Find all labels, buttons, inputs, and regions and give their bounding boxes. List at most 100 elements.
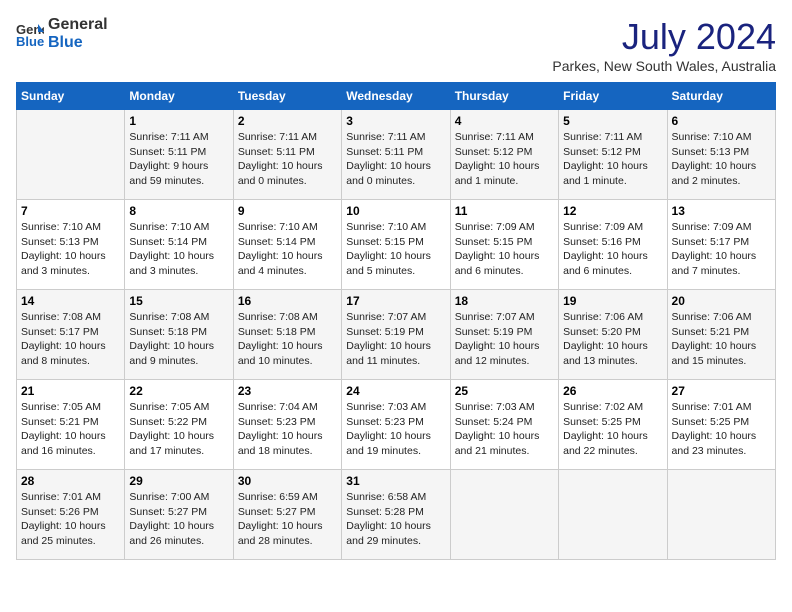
calendar-cell: 18 Sunrise: 7:07 AM Sunset: 5:19 PM Dayli…	[450, 290, 558, 380]
day-number: 24	[346, 384, 445, 398]
calendar-cell: 27Sunrise: 7:01 AM Sunset: 5:25 PM Dayli…	[667, 380, 775, 470]
day-number: 6	[672, 114, 771, 128]
calendar-cell	[667, 470, 775, 560]
day-number: 22	[129, 384, 228, 398]
day-number: 1	[129, 114, 228, 128]
day-info: Sunrise: 7:06 AM Sunset: 5:20 PM Dayligh…	[563, 310, 662, 369]
day-number: 25	[455, 384, 554, 398]
day-info: Sunrise: 7:06 AM Sunset: 5:21 PM Dayligh…	[672, 310, 771, 369]
day-number: 21	[21, 384, 120, 398]
day-number: 9	[238, 204, 337, 218]
day-info: Sunrise: 7:08 AM Sunset: 5:18 PM Dayligh…	[238, 310, 337, 369]
calendar-cell: 7Sunrise: 7:10 AM Sunset: 5:13 PM Daylig…	[17, 200, 125, 290]
calendar-cell: 19 Sunrise: 7:06 AM Sunset: 5:20 PM Dayli…	[559, 290, 667, 380]
calendar-cell: 11Sunrise: 7:09 AM Sunset: 5:15 PM Dayli…	[450, 200, 558, 290]
week-row-1: 1 Sunrise: 7:11 AM Sunset: 5:11 PM Daylig…	[17, 110, 776, 200]
calendar-cell: 23Sunrise: 7:04 AM Sunset: 5:23 PM Dayli…	[233, 380, 341, 470]
day-info: Sunrise: 6:59 AM Sunset: 5:27 PM Dayligh…	[238, 490, 337, 549]
calendar-cell: 12 Sunrise: 7:09 AM Sunset: 5:16 PM Dayli…	[559, 200, 667, 290]
header: General Blue General Blue July 2024 Park…	[16, 16, 776, 74]
col-wednesday: Wednesday	[342, 83, 450, 110]
week-row-3: 14Sunrise: 7:08 AM Sunset: 5:17 PM Dayli…	[17, 290, 776, 380]
day-number: 16	[238, 294, 337, 308]
col-tuesday: Tuesday	[233, 83, 341, 110]
calendar-cell: 3 Sunrise: 7:11 AM Sunset: 5:11 PM Daylig…	[342, 110, 450, 200]
col-monday: Monday	[125, 83, 233, 110]
day-info: Sunrise: 7:11 AM Sunset: 5:11 PM Dayligh…	[129, 130, 228, 189]
calendar-cell: 10Sunrise: 7:10 AM Sunset: 5:15 PM Dayli…	[342, 200, 450, 290]
calendar-cell: 28 Sunrise: 7:01 AM Sunset: 5:26 PM Dayli…	[17, 470, 125, 560]
col-saturday: Saturday	[667, 83, 775, 110]
day-info: Sunrise: 7:01 AM Sunset: 5:26 PM Dayligh…	[21, 490, 120, 549]
calendar-cell: 1 Sunrise: 7:11 AM Sunset: 5:11 PM Daylig…	[125, 110, 233, 200]
calendar-cell: 8 Sunrise: 7:10 AM Sunset: 5:14 PM Daylig…	[125, 200, 233, 290]
calendar-cell: 2 Sunrise: 7:11 AM Sunset: 5:11 PM Daylig…	[233, 110, 341, 200]
calendar-cell: 24 Sunrise: 7:03 AM Sunset: 5:23 PM Dayli…	[342, 380, 450, 470]
day-number: 2	[238, 114, 337, 128]
logo-general-text: General	[48, 16, 108, 34]
week-row-2: 7Sunrise: 7:10 AM Sunset: 5:13 PM Daylig…	[17, 200, 776, 290]
day-number: 20	[672, 294, 771, 308]
logo-blue-text: Blue	[48, 34, 108, 52]
day-number: 19	[563, 294, 662, 308]
day-number: 26	[563, 384, 662, 398]
day-number: 14	[21, 294, 120, 308]
day-number: 12	[563, 204, 662, 218]
calendar-cell: 15Sunrise: 7:08 AM Sunset: 5:18 PM Dayli…	[125, 290, 233, 380]
calendar-cell: 29 Sunrise: 7:00 AM Sunset: 5:27 PM Dayli…	[125, 470, 233, 560]
day-number: 3	[346, 114, 445, 128]
calendar-cell: 21 Sunrise: 7:05 AM Sunset: 5:21 PM Dayli…	[17, 380, 125, 470]
location-subtitle: Parkes, New South Wales, Australia	[552, 58, 776, 74]
title-section: July 2024 Parkes, New South Wales, Austr…	[552, 16, 776, 74]
week-row-4: 21 Sunrise: 7:05 AM Sunset: 5:21 PM Dayli…	[17, 380, 776, 470]
day-info: Sunrise: 7:02 AM Sunset: 5:25 PM Dayligh…	[563, 400, 662, 459]
day-number: 17	[346, 294, 445, 308]
day-number: 28	[21, 474, 120, 488]
day-info: Sunrise: 7:09 AM Sunset: 5:16 PM Dayligh…	[563, 220, 662, 279]
day-info: Sunrise: 7:10 AM Sunset: 5:15 PM Dayligh…	[346, 220, 445, 279]
logo: General Blue General Blue	[16, 16, 108, 51]
calendar-cell: 16 Sunrise: 7:08 AM Sunset: 5:18 PM Dayli…	[233, 290, 341, 380]
day-info: Sunrise: 7:01 AM Sunset: 5:25 PM Dayligh…	[672, 400, 771, 459]
day-number: 18	[455, 294, 554, 308]
month-title: July 2024	[552, 16, 776, 58]
calendar-cell: 5Sunrise: 7:11 AM Sunset: 5:12 PM Daylig…	[559, 110, 667, 200]
calendar-cell: 30 Sunrise: 6:59 AM Sunset: 5:27 PM Dayli…	[233, 470, 341, 560]
day-number: 4	[455, 114, 554, 128]
day-number: 8	[129, 204, 228, 218]
day-info: Sunrise: 7:11 AM Sunset: 5:11 PM Dayligh…	[346, 130, 445, 189]
col-thursday: Thursday	[450, 83, 558, 110]
day-info: Sunrise: 7:10 AM Sunset: 5:13 PM Dayligh…	[672, 130, 771, 189]
calendar-cell	[17, 110, 125, 200]
day-info: Sunrise: 7:03 AM Sunset: 5:23 PM Dayligh…	[346, 400, 445, 459]
calendar-cell: 6 Sunrise: 7:10 AM Sunset: 5:13 PM Daylig…	[667, 110, 775, 200]
day-number: 5	[563, 114, 662, 128]
day-info: Sunrise: 7:10 AM Sunset: 5:14 PM Dayligh…	[129, 220, 228, 279]
calendar-cell: 9Sunrise: 7:10 AM Sunset: 5:14 PM Daylig…	[233, 200, 341, 290]
calendar-cell: 31 Sunrise: 6:58 AM Sunset: 5:28 PM Dayli…	[342, 470, 450, 560]
day-number: 15	[129, 294, 228, 308]
day-info: Sunrise: 7:04 AM Sunset: 5:23 PM Dayligh…	[238, 400, 337, 459]
calendar-cell: 26 Sunrise: 7:02 AM Sunset: 5:25 PM Dayli…	[559, 380, 667, 470]
col-friday: Friday	[559, 83, 667, 110]
calendar-cell: 14Sunrise: 7:08 AM Sunset: 5:17 PM Dayli…	[17, 290, 125, 380]
day-info: Sunrise: 7:11 AM Sunset: 5:12 PM Dayligh…	[455, 130, 554, 189]
day-number: 29	[129, 474, 228, 488]
day-info: Sunrise: 6:58 AM Sunset: 5:28 PM Dayligh…	[346, 490, 445, 549]
day-info: Sunrise: 7:07 AM Sunset: 5:19 PM Dayligh…	[346, 310, 445, 369]
day-number: 11	[455, 204, 554, 218]
day-info: Sunrise: 7:11 AM Sunset: 5:11 PM Dayligh…	[238, 130, 337, 189]
day-number: 30	[238, 474, 337, 488]
day-number: 31	[346, 474, 445, 488]
day-info: Sunrise: 7:07 AM Sunset: 5:19 PM Dayligh…	[455, 310, 554, 369]
day-info: Sunrise: 7:00 AM Sunset: 5:27 PM Dayligh…	[129, 490, 228, 549]
calendar-cell: 17 Sunrise: 7:07 AM Sunset: 5:19 PM Dayli…	[342, 290, 450, 380]
calendar-cell: 25Sunrise: 7:03 AM Sunset: 5:24 PM Dayli…	[450, 380, 558, 470]
day-info: Sunrise: 7:09 AM Sunset: 5:17 PM Dayligh…	[672, 220, 771, 279]
day-info: Sunrise: 7:05 AM Sunset: 5:21 PM Dayligh…	[21, 400, 120, 459]
logo-icon: General Blue	[16, 20, 44, 48]
calendar-cell: 22Sunrise: 7:05 AM Sunset: 5:22 PM Dayli…	[125, 380, 233, 470]
header-row: Sunday Monday Tuesday Wednesday Thursday…	[17, 83, 776, 110]
calendar-table: Sunday Monday Tuesday Wednesday Thursday…	[16, 82, 776, 560]
svg-text:Blue: Blue	[16, 34, 44, 48]
